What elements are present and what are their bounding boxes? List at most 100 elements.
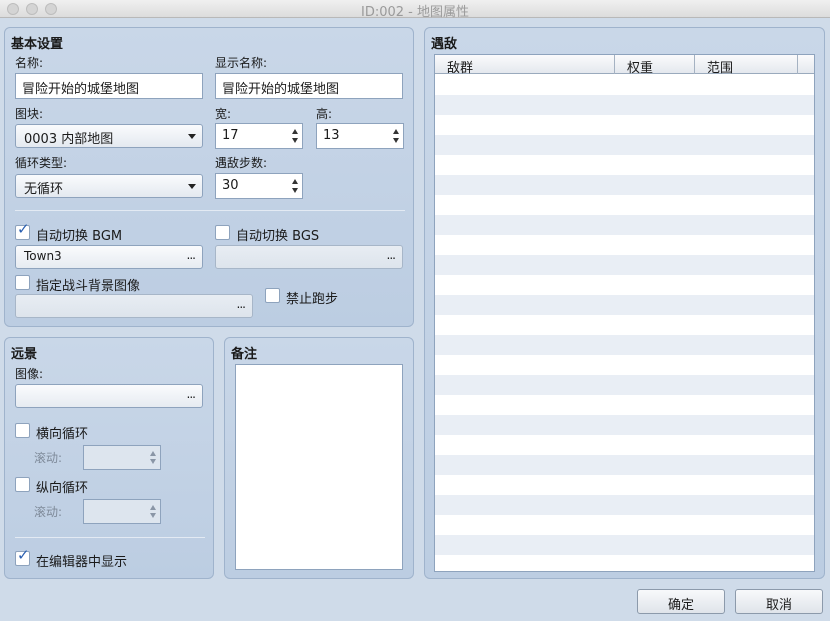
encounter-steps-label: 遇敌步数: <box>215 156 268 170</box>
decrement-icon[interactable] <box>150 513 156 518</box>
table-row[interactable] <box>435 435 814 455</box>
more-icon: ... <box>186 387 197 401</box>
table-row[interactable] <box>435 395 814 415</box>
table-row[interactable] <box>435 215 814 235</box>
width-label: 宽: <box>215 107 232 121</box>
bgm-select-field[interactable]: Town3 ... <box>15 245 203 269</box>
tileset-label: 图块: <box>15 107 44 121</box>
window-title: ID:002 - 地图属性 <box>361 5 469 20</box>
table-row[interactable] <box>435 235 814 255</box>
disable-dash-checkbox[interactable] <box>265 288 280 303</box>
table-row[interactable] <box>435 535 814 555</box>
bgs-select-field[interactable]: ... <box>215 245 403 269</box>
table-row[interactable] <box>435 255 814 275</box>
more-icon: ... <box>386 248 397 262</box>
encounters-group: 遇敌 敌群 权重 范围 <box>424 27 825 579</box>
decrement-icon[interactable] <box>393 138 399 143</box>
decrement-icon[interactable] <box>292 188 298 193</box>
width-stepper[interactable]: 17 <box>215 123 303 149</box>
cancel-button[interactable]: 取消 <box>735 589 823 614</box>
checkmark-icon: ✓ <box>17 220 30 238</box>
scroll-type-dropdown[interactable]: 无循环 <box>15 174 203 198</box>
parallax-image-label: 图像: <box>15 367 44 381</box>
scroll-horizontal-label: 滚动: <box>34 451 63 465</box>
decrement-icon[interactable] <box>292 138 298 143</box>
table-row[interactable] <box>435 155 814 175</box>
table-row[interactable] <box>435 375 814 395</box>
disable-dash-label: 禁止跑步 <box>286 292 339 307</box>
loop-vertical-label: 纵向循环 <box>36 481 89 496</box>
note-textarea[interactable] <box>235 364 403 570</box>
battleback-checkbox[interactable] <box>15 275 30 290</box>
scroll-vertical-stepper[interactable] <box>83 499 161 524</box>
width-value: 17 <box>222 128 239 143</box>
battleback-label: 指定战斗背景图像 <box>36 279 141 294</box>
name-input[interactable]: 冒险开始的城堡地图 <box>15 73 203 99</box>
table-row[interactable] <box>435 275 814 295</box>
table-row[interactable] <box>435 295 814 315</box>
parallax-title: 远景 <box>11 347 38 362</box>
scroll-vertical-label: 滚动: <box>34 505 63 519</box>
table-row[interactable] <box>435 475 814 495</box>
table-row[interactable] <box>435 555 814 571</box>
loop-horizontal-checkbox[interactable] <box>15 423 30 438</box>
increment-icon[interactable] <box>292 179 298 184</box>
decrement-icon[interactable] <box>150 459 156 464</box>
autoplay-bgs-checkbox[interactable] <box>215 225 230 240</box>
increment-icon[interactable] <box>150 505 156 510</box>
more-icon: ... <box>236 297 247 311</box>
table-row[interactable] <box>435 335 814 355</box>
height-label: 高: <box>316 107 333 121</box>
note-group: 备注 <box>224 337 414 579</box>
divider <box>15 537 205 538</box>
column-header-troop[interactable]: 敌群 <box>435 55 615 76</box>
encounter-steps-stepper[interactable]: 30 <box>215 173 303 199</box>
table-row[interactable] <box>435 415 814 435</box>
display-name-input[interactable]: 冒险开始的城堡地图 <box>215 73 403 99</box>
table-header: 敌群 权重 范围 <box>435 55 814 76</box>
battleback-select-field[interactable]: ... <box>15 294 253 318</box>
table-row[interactable] <box>435 195 814 215</box>
height-value: 13 <box>323 128 340 143</box>
show-in-editor-checkbox[interactable]: ✓ <box>15 546 30 566</box>
bgm-value: Town3 <box>24 249 62 263</box>
autoplay-bgm-checkbox[interactable]: ✓ <box>15 220 30 240</box>
table-row[interactable] <box>435 355 814 375</box>
divider <box>15 210 405 211</box>
tileset-dropdown[interactable]: 0003 内部地图 <box>15 124 203 148</box>
loop-vertical-checkbox[interactable] <box>15 477 30 492</box>
note-title: 备注 <box>231 347 258 362</box>
increment-icon[interactable] <box>292 129 298 134</box>
height-stepper[interactable]: 13 <box>316 123 404 149</box>
basic-settings-title: 基本设置 <box>11 37 64 52</box>
table-row[interactable] <box>435 455 814 475</box>
name-label: 名称: <box>15 56 44 70</box>
basic-settings-group: 基本设置 名称: 冒险开始的城堡地图 显示名称: 冒险开始的城堡地图 图块: 0… <box>4 27 414 327</box>
column-header-range[interactable]: 范围 <box>695 55 798 76</box>
title-bar: ID:002 - 地图属性 <box>0 0 830 20</box>
table-row[interactable] <box>435 515 814 535</box>
table-row[interactable] <box>435 115 814 135</box>
chevron-down-icon <box>188 184 196 189</box>
ok-button[interactable]: 确定 <box>637 589 725 614</box>
display-name-label: 显示名称: <box>215 56 268 70</box>
table-row[interactable] <box>435 495 814 515</box>
table-row[interactable] <box>435 95 814 115</box>
increment-icon[interactable] <box>150 451 156 456</box>
checkmark-icon: ✓ <box>17 546 30 564</box>
encounters-table[interactable]: 敌群 权重 范围 <box>434 54 815 572</box>
encounter-steps-value: 30 <box>222 178 239 193</box>
scroll-horizontal-stepper[interactable] <box>83 445 161 470</box>
parallax-group: 远景 图像: ... 横向循环 滚动: 纵向循环 滚动: ✓ 在编辑器中显示 <box>4 337 214 579</box>
autoplay-bgm-label: 自动切换 BGM <box>36 229 123 244</box>
table-row[interactable] <box>435 75 814 95</box>
more-icon: ... <box>186 248 197 262</box>
table-row[interactable] <box>435 315 814 335</box>
scroll-type-label: 循环类型: <box>15 156 68 170</box>
parallax-image-field[interactable]: ... <box>15 384 203 408</box>
table-row[interactable] <box>435 175 814 195</box>
table-row[interactable] <box>435 135 814 155</box>
column-header-weight[interactable]: 权重 <box>615 55 695 76</box>
increment-icon[interactable] <box>393 129 399 134</box>
encounters-title: 遇敌 <box>431 37 458 52</box>
